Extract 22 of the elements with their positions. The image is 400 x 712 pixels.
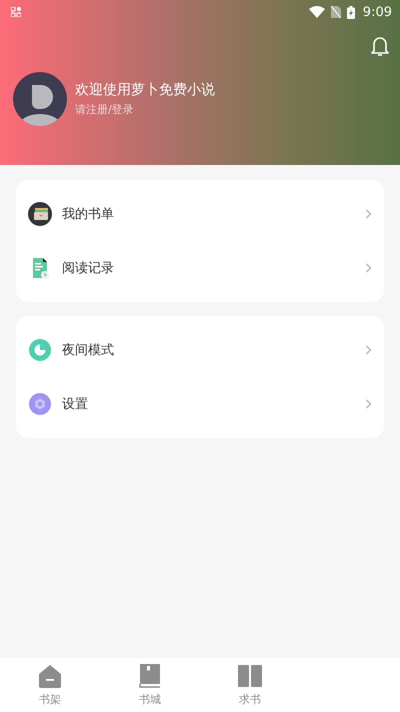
menu-item[interactable]: 夜间模式 [62, 341, 365, 359]
menu-item[interactable]: 阅读记录 [62, 259, 365, 277]
notification-icon [11, 7, 21, 17]
chevron-icon [365, 209, 372, 219]
menu-item[interactable]: 我的书单 [62, 205, 365, 223]
chevron-icon [365, 263, 372, 273]
avatar[interactable] [13, 72, 67, 126]
house-icon [38, 664, 62, 688]
pie-chart-icon [28, 338, 52, 362]
book-icon [139, 664, 161, 688]
chevron-icon [365, 345, 372, 355]
status-time: 9:09 [362, 4, 392, 20]
wifi-icon [308, 6, 325, 18]
menu-item[interactable]: 设置 [62, 395, 365, 413]
gear-icon [28, 392, 52, 416]
welcome-title: 欢迎使用萝卜免费小说 [75, 81, 215, 99]
chevron-icon [365, 399, 372, 409]
open-book-icon [238, 664, 262, 688]
battery-charging-icon [346, 6, 355, 18]
no-sim-icon [330, 6, 341, 18]
bell-icon[interactable] [371, 36, 389, 56]
wallet-icon [28, 202, 52, 226]
